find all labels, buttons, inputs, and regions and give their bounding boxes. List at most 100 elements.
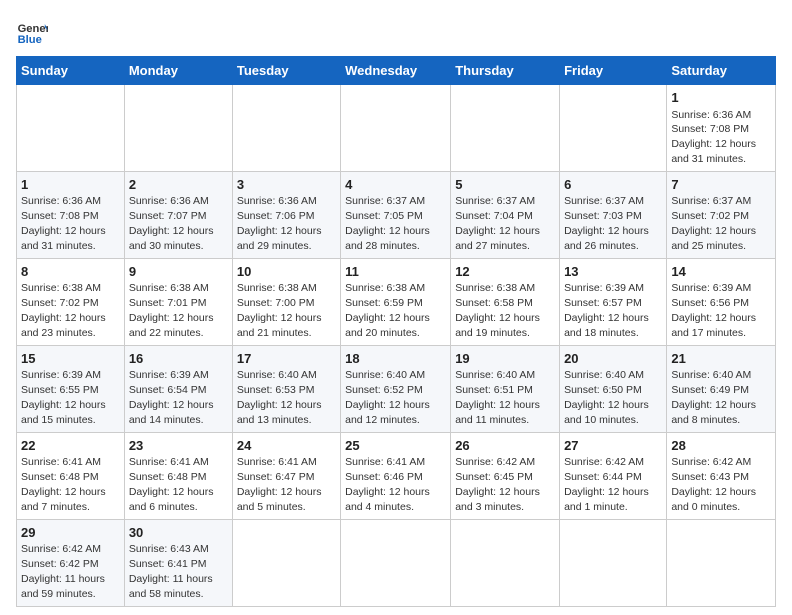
calendar-cell: 24 Sunrise: 6:41 AMSunset: 6:47 PMDaylig… — [232, 432, 340, 519]
day-details: Sunrise: 6:38 AMSunset: 6:59 PMDaylight:… — [345, 282, 430, 339]
calendar-cell: 1 Sunrise: 6:36 AMSunset: 7:08 PMDayligh… — [667, 85, 776, 172]
calendar-header-row: SundayMondayTuesdayWednesdayThursdayFrid… — [17, 57, 776, 85]
day-details: Sunrise: 6:36 AMSunset: 7:07 PMDaylight:… — [129, 195, 214, 252]
calendar-cell: 7 Sunrise: 6:37 AMSunset: 7:02 PMDayligh… — [667, 171, 776, 258]
calendar-header-tuesday: Tuesday — [232, 57, 340, 85]
day-details: Sunrise: 6:40 AMSunset: 6:50 PMDaylight:… — [564, 369, 649, 426]
calendar-header-friday: Friday — [560, 57, 667, 85]
calendar-cell — [232, 519, 340, 606]
day-number: 12 — [455, 263, 555, 281]
day-number: 18 — [345, 350, 446, 368]
day-details: Sunrise: 6:37 AMSunset: 7:04 PMDaylight:… — [455, 195, 540, 252]
day-number: 15 — [21, 350, 120, 368]
day-number: 22 — [21, 437, 120, 455]
day-number: 11 — [345, 263, 446, 281]
calendar-week-4: 15 Sunrise: 6:39 AMSunset: 6:55 PMDaylig… — [17, 345, 776, 432]
day-details: Sunrise: 6:40 AMSunset: 6:52 PMDaylight:… — [345, 369, 430, 426]
day-number: 2 — [129, 176, 228, 194]
day-number: 25 — [345, 437, 446, 455]
day-number: 21 — [671, 350, 771, 368]
day-number: 13 — [564, 263, 662, 281]
day-number: 5 — [455, 176, 555, 194]
day-details: Sunrise: 6:41 AMSunset: 6:48 PMDaylight:… — [21, 456, 106, 513]
calendar-cell: 29 Sunrise: 6:42 AMSunset: 6:42 PMDaylig… — [17, 519, 125, 606]
calendar-cell: 30 Sunrise: 6:43 AMSunset: 6:41 PMDaylig… — [124, 519, 232, 606]
calendar-cell — [341, 519, 451, 606]
day-number: 7 — [671, 176, 771, 194]
day-number: 23 — [129, 437, 228, 455]
calendar-cell: 13 Sunrise: 6:39 AMSunset: 6:57 PMDaylig… — [560, 258, 667, 345]
day-number: 17 — [237, 350, 336, 368]
calendar-cell: 8 Sunrise: 6:38 AMSunset: 7:02 PMDayligh… — [17, 258, 125, 345]
day-details: Sunrise: 6:37 AMSunset: 7:03 PMDaylight:… — [564, 195, 649, 252]
day-details: Sunrise: 6:43 AMSunset: 6:41 PMDaylight:… — [129, 543, 213, 600]
calendar-cell: 25 Sunrise: 6:41 AMSunset: 6:46 PMDaylig… — [341, 432, 451, 519]
day-number: 1 — [21, 176, 120, 194]
day-details: Sunrise: 6:39 AMSunset: 6:56 PMDaylight:… — [671, 282, 756, 339]
calendar-cell — [667, 519, 776, 606]
day-details: Sunrise: 6:38 AMSunset: 7:00 PMDaylight:… — [237, 282, 322, 339]
day-number: 16 — [129, 350, 228, 368]
svg-text:General: General — [18, 23, 48, 35]
day-details: Sunrise: 6:39 AMSunset: 6:55 PMDaylight:… — [21, 369, 106, 426]
calendar-cell — [232, 85, 340, 172]
day-number: 1 — [671, 89, 771, 107]
day-details: Sunrise: 6:42 AMSunset: 6:43 PMDaylight:… — [671, 456, 756, 513]
day-number: 14 — [671, 263, 771, 281]
day-details: Sunrise: 6:38 AMSunset: 7:02 PMDaylight:… — [21, 282, 106, 339]
calendar-cell: 18 Sunrise: 6:40 AMSunset: 6:52 PMDaylig… — [341, 345, 451, 432]
calendar-cell: 12 Sunrise: 6:38 AMSunset: 6:58 PMDaylig… — [451, 258, 560, 345]
calendar-cell — [341, 85, 451, 172]
day-number: 29 — [21, 524, 120, 542]
day-details: Sunrise: 6:36 AMSunset: 7:08 PMDaylight:… — [21, 195, 106, 252]
calendar-cell: 16 Sunrise: 6:39 AMSunset: 6:54 PMDaylig… — [124, 345, 232, 432]
day-details: Sunrise: 6:39 AMSunset: 6:57 PMDaylight:… — [564, 282, 649, 339]
calendar-cell: 26 Sunrise: 6:42 AMSunset: 6:45 PMDaylig… — [451, 432, 560, 519]
day-details: Sunrise: 6:40 AMSunset: 6:53 PMDaylight:… — [237, 369, 322, 426]
calendar-cell: 9 Sunrise: 6:38 AMSunset: 7:01 PMDayligh… — [124, 258, 232, 345]
calendar-cell — [560, 519, 667, 606]
calendar-week-1: 1 Sunrise: 6:36 AMSunset: 7:08 PMDayligh… — [17, 85, 776, 172]
day-details: Sunrise: 6:42 AMSunset: 6:45 PMDaylight:… — [455, 456, 540, 513]
day-number: 8 — [21, 263, 120, 281]
main-container: General Blue SundayMondayTuesdayWednesda… — [0, 0, 792, 615]
calendar-cell: 19 Sunrise: 6:40 AMSunset: 6:51 PMDaylig… — [451, 345, 560, 432]
calendar-cell: 3 Sunrise: 6:36 AMSunset: 7:06 PMDayligh… — [232, 171, 340, 258]
calendar-cell: 28 Sunrise: 6:42 AMSunset: 6:43 PMDaylig… — [667, 432, 776, 519]
calendar-cell: 14 Sunrise: 6:39 AMSunset: 6:56 PMDaylig… — [667, 258, 776, 345]
day-details: Sunrise: 6:37 AMSunset: 7:05 PMDaylight:… — [345, 195, 430, 252]
day-details: Sunrise: 6:36 AMSunset: 7:08 PMDaylight:… — [671, 109, 756, 166]
calendar-cell: 11 Sunrise: 6:38 AMSunset: 6:59 PMDaylig… — [341, 258, 451, 345]
header-row: General Blue — [16, 16, 776, 48]
calendar-cell: 2 Sunrise: 6:36 AMSunset: 7:07 PMDayligh… — [124, 171, 232, 258]
calendar-week-2: 1 Sunrise: 6:36 AMSunset: 7:08 PMDayligh… — [17, 171, 776, 258]
calendar-cell: 22 Sunrise: 6:41 AMSunset: 6:48 PMDaylig… — [17, 432, 125, 519]
day-number: 19 — [455, 350, 555, 368]
day-number: 30 — [129, 524, 228, 542]
day-details: Sunrise: 6:36 AMSunset: 7:06 PMDaylight:… — [237, 195, 322, 252]
calendar-cell: 10 Sunrise: 6:38 AMSunset: 7:00 PMDaylig… — [232, 258, 340, 345]
day-number: 6 — [564, 176, 662, 194]
day-number: 20 — [564, 350, 662, 368]
calendar-cell: 1 Sunrise: 6:36 AMSunset: 7:08 PMDayligh… — [17, 171, 125, 258]
day-details: Sunrise: 6:38 AMSunset: 7:01 PMDaylight:… — [129, 282, 214, 339]
day-number: 10 — [237, 263, 336, 281]
svg-text:Blue: Blue — [18, 34, 42, 46]
day-number: 24 — [237, 437, 336, 455]
day-details: Sunrise: 6:37 AMSunset: 7:02 PMDaylight:… — [671, 195, 756, 252]
day-details: Sunrise: 6:41 AMSunset: 6:46 PMDaylight:… — [345, 456, 430, 513]
calendar-cell — [560, 85, 667, 172]
calendar-cell: 5 Sunrise: 6:37 AMSunset: 7:04 PMDayligh… — [451, 171, 560, 258]
day-details: Sunrise: 6:42 AMSunset: 6:42 PMDaylight:… — [21, 543, 105, 600]
day-number: 27 — [564, 437, 662, 455]
day-details: Sunrise: 6:42 AMSunset: 6:44 PMDaylight:… — [564, 456, 649, 513]
calendar-cell: 23 Sunrise: 6:41 AMSunset: 6:48 PMDaylig… — [124, 432, 232, 519]
logo: General Blue — [16, 16, 52, 48]
calendar-table: SundayMondayTuesdayWednesdayThursdayFrid… — [16, 56, 776, 607]
calendar-cell: 27 Sunrise: 6:42 AMSunset: 6:44 PMDaylig… — [560, 432, 667, 519]
day-details: Sunrise: 6:39 AMSunset: 6:54 PMDaylight:… — [129, 369, 214, 426]
day-number: 9 — [129, 263, 228, 281]
calendar-header-wednesday: Wednesday — [341, 57, 451, 85]
day-details: Sunrise: 6:40 AMSunset: 6:51 PMDaylight:… — [455, 369, 540, 426]
calendar-header-sunday: Sunday — [17, 57, 125, 85]
